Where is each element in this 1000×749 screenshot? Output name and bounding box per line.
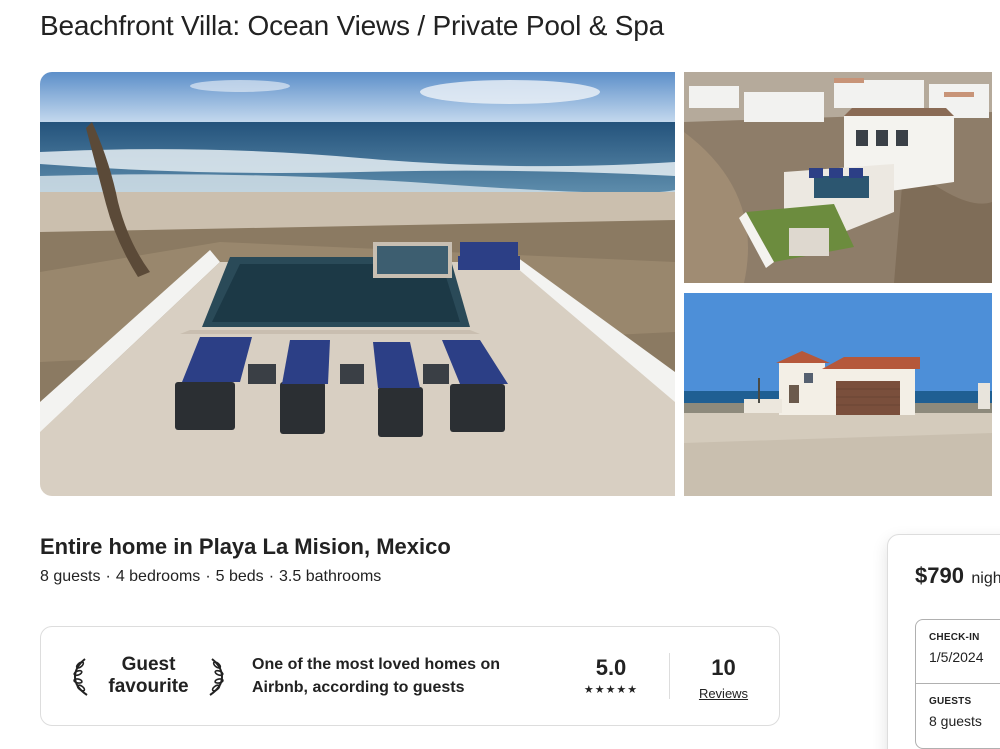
reviews-link[interactable]: Reviews xyxy=(691,686,756,701)
badge-line-1: Guest xyxy=(121,654,176,675)
guests-value: 8 guests xyxy=(929,713,982,729)
rating-value: 5.0 xyxy=(595,655,627,680)
villa-exterior-photo xyxy=(684,293,992,496)
badge-line-2: favourite xyxy=(108,676,189,697)
booking-card: $790 night CHECK-IN 1/5/2024 GUESTS 8 gu… xyxy=(887,534,1000,749)
guests-label: GUESTS xyxy=(929,696,972,707)
listing-details: 8 guests · 4 bedrooms · 5 beds · 3.5 bat… xyxy=(40,568,381,586)
detail-separator: · xyxy=(268,568,275,585)
guest-favourite-badge: Guest favourite xyxy=(71,653,226,699)
guest-favourite-description: One of the most loved homes on Airbnb, a… xyxy=(252,656,501,696)
reviews-block: 10 Reviews xyxy=(691,655,756,701)
detail-separator: · xyxy=(105,568,111,585)
laurel-left-icon xyxy=(73,658,88,696)
detail-guests: 8 guests xyxy=(40,568,101,585)
pool-deck-photo xyxy=(40,72,675,496)
detail-beds: 5 beds xyxy=(215,568,264,585)
checkin-field[interactable]: CHECK-IN 1/5/2024 xyxy=(916,620,1000,684)
checkin-label: CHECK-IN xyxy=(929,632,980,643)
aerial-villa-photo xyxy=(684,72,992,283)
listing-subtitle: Entire home in Playa La Mision, Mexico xyxy=(40,534,451,559)
divider xyxy=(669,653,670,699)
photo-aerial[interactable] xyxy=(684,72,992,283)
reviews-count: 10 xyxy=(711,655,736,680)
photo-gallery xyxy=(40,72,992,496)
detail-bathrooms: 3.5 bathrooms xyxy=(279,568,382,585)
price: $790 night xyxy=(915,563,1000,589)
detail-bedrooms: 4 bedrooms xyxy=(115,568,201,585)
guest-favourite-card: Guest favourite One of the most loved ho… xyxy=(40,626,780,726)
photo-main[interactable] xyxy=(40,72,675,496)
photo-exterior[interactable] xyxy=(684,293,992,496)
rating-block: 5.0 ★★★★★ xyxy=(571,655,651,696)
price-amount: $790 xyxy=(915,563,964,588)
price-unit: night xyxy=(971,570,1000,587)
checkin-value: 1/5/2024 xyxy=(929,649,984,665)
booking-fields: CHECK-IN 1/5/2024 GUESTS 8 guests xyxy=(915,619,1000,749)
detail-separator: · xyxy=(205,568,211,585)
guests-field[interactable]: GUESTS 8 guests xyxy=(916,684,1000,749)
laurel-right-icon xyxy=(209,658,224,696)
listing-title: Beachfront Villa: Ocean Views / Private … xyxy=(40,10,664,41)
star-rating-icon: ★★★★★ xyxy=(583,684,639,696)
